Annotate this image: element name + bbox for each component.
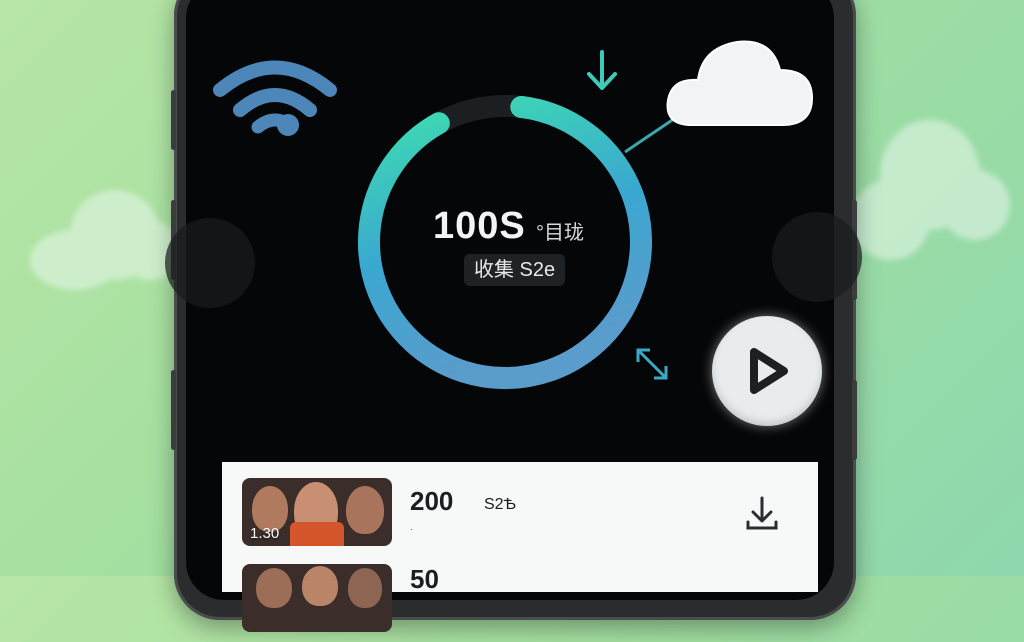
wifi-icon xyxy=(210,45,340,155)
play-icon xyxy=(750,348,788,394)
side-bubble-right xyxy=(772,212,862,302)
phone-side-button xyxy=(852,380,857,460)
background-cloud-right xyxy=(850,120,1010,270)
phone-side-button xyxy=(171,370,176,450)
downloads-list: 1.30 200 S2Ѣ . 50 xyxy=(222,462,818,632)
progress-value: 100S xyxy=(433,205,526,247)
list-item[interactable]: 1.30 200 S2Ѣ . xyxy=(222,476,818,556)
list-item[interactable]: 50 xyxy=(222,562,818,642)
progress-badge: 收集 S2e xyxy=(464,254,566,286)
video-duration: 1.30 xyxy=(250,525,280,542)
side-bubble-left xyxy=(165,218,255,308)
progress-unit: °目珑 xyxy=(536,222,584,244)
item-count: 50 xyxy=(410,564,439,594)
expand-icon[interactable] xyxy=(632,344,672,389)
item-subtext: . xyxy=(410,522,413,533)
cloud-icon xyxy=(662,30,818,135)
video-thumbnail[interactable]: 1.30 xyxy=(242,478,392,546)
background-cloud-left xyxy=(30,170,180,290)
video-thumbnail[interactable] xyxy=(242,564,392,632)
play-button[interactable] xyxy=(712,316,822,426)
phone-side-button xyxy=(171,90,176,150)
download-icon[interactable] xyxy=(742,494,782,539)
item-size-label: S2Ѣ xyxy=(484,496,517,513)
item-count: 200 xyxy=(410,486,454,516)
